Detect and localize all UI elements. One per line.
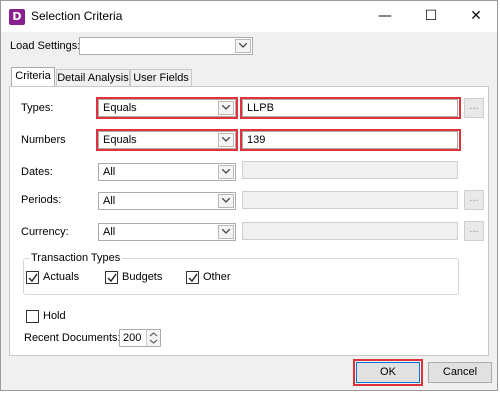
app-icon: D bbox=[9, 9, 25, 25]
budgets-checkbox[interactable] bbox=[105, 271, 118, 284]
recent-documents-stepper[interactable]: 200 bbox=[119, 329, 161, 347]
chevron-down-icon[interactable] bbox=[218, 165, 234, 179]
types-browse-button[interactable]: ... bbox=[464, 98, 484, 118]
tab-criteria[interactable]: Criteria bbox=[11, 67, 55, 88]
checkmark-icon bbox=[28, 273, 38, 283]
tab-user-fields[interactable]: User Fields bbox=[130, 69, 192, 87]
numbers-label: Numbers bbox=[21, 134, 66, 146]
dates-value-input[interactable] bbox=[242, 161, 458, 179]
load-settings-dropdown[interactable] bbox=[79, 37, 253, 55]
currency-operator-dropdown[interactable]: All bbox=[98, 223, 236, 241]
maximize-button[interactable]: ☐ bbox=[409, 1, 453, 32]
types-value-highlight bbox=[240, 97, 461, 119]
chevron-down-icon[interactable] bbox=[218, 225, 234, 239]
actuals-checkbox[interactable] bbox=[26, 271, 39, 284]
minimize-button[interactable]: — bbox=[363, 1, 407, 32]
stepper-arrows-icon[interactable] bbox=[146, 330, 160, 346]
budgets-label: Budgets bbox=[122, 271, 163, 283]
window-title: Selection Criteria bbox=[31, 9, 123, 23]
recent-documents-label: Recent Documents: bbox=[24, 332, 121, 344]
numbers-value-highlight bbox=[240, 129, 461, 151]
other-label: Other bbox=[203, 271, 231, 283]
dates-operator-dropdown[interactable]: All bbox=[98, 163, 236, 181]
close-button[interactable]: ✕ bbox=[454, 1, 498, 32]
hold-label: Hold bbox=[43, 310, 66, 322]
types-operator-highlight bbox=[96, 97, 238, 119]
dates-operator-value: All bbox=[103, 166, 116, 178]
checkmark-icon bbox=[188, 273, 198, 283]
cancel-button[interactable]: Cancel bbox=[428, 362, 492, 383]
chevron-down-icon[interactable] bbox=[235, 39, 251, 53]
title-bar: D Selection Criteria — ☐ ✕ bbox=[1, 1, 497, 32]
currency-operator-value: All bbox=[103, 226, 116, 238]
hold-checkbox[interactable] bbox=[26, 310, 39, 323]
periods-operator-value: All bbox=[103, 195, 116, 207]
periods-value-input[interactable] bbox=[242, 191, 458, 209]
criteria-panel bbox=[9, 86, 489, 356]
actuals-label: Actuals bbox=[43, 271, 80, 283]
transaction-types-title: Transaction Types bbox=[29, 252, 123, 264]
chevron-down-icon[interactable] bbox=[218, 194, 234, 208]
currency-value-input[interactable] bbox=[242, 222, 458, 240]
periods-operator-dropdown[interactable]: All bbox=[98, 192, 236, 210]
other-checkbox[interactable] bbox=[186, 271, 199, 284]
currency-browse-button[interactable]: ... bbox=[464, 221, 484, 241]
load-settings-label: Load Settings: bbox=[10, 40, 81, 52]
tab-detail-analysis[interactable]: Detail Analysis bbox=[56, 69, 130, 87]
dates-label: Dates: bbox=[21, 166, 53, 178]
currency-label: Currency: bbox=[21, 226, 69, 238]
periods-label: Periods: bbox=[21, 194, 62, 206]
numbers-operator-highlight bbox=[96, 129, 238, 151]
checkmark-icon bbox=[107, 273, 117, 283]
periods-browse-button[interactable]: ... bbox=[464, 190, 484, 210]
ok-button-highlight bbox=[353, 359, 423, 386]
selection-criteria-window: D Selection Criteria — ☐ ✕ Load Settings… bbox=[0, 0, 498, 391]
recent-documents-value: 200 bbox=[123, 332, 142, 344]
types-label: Types: bbox=[21, 102, 54, 114]
